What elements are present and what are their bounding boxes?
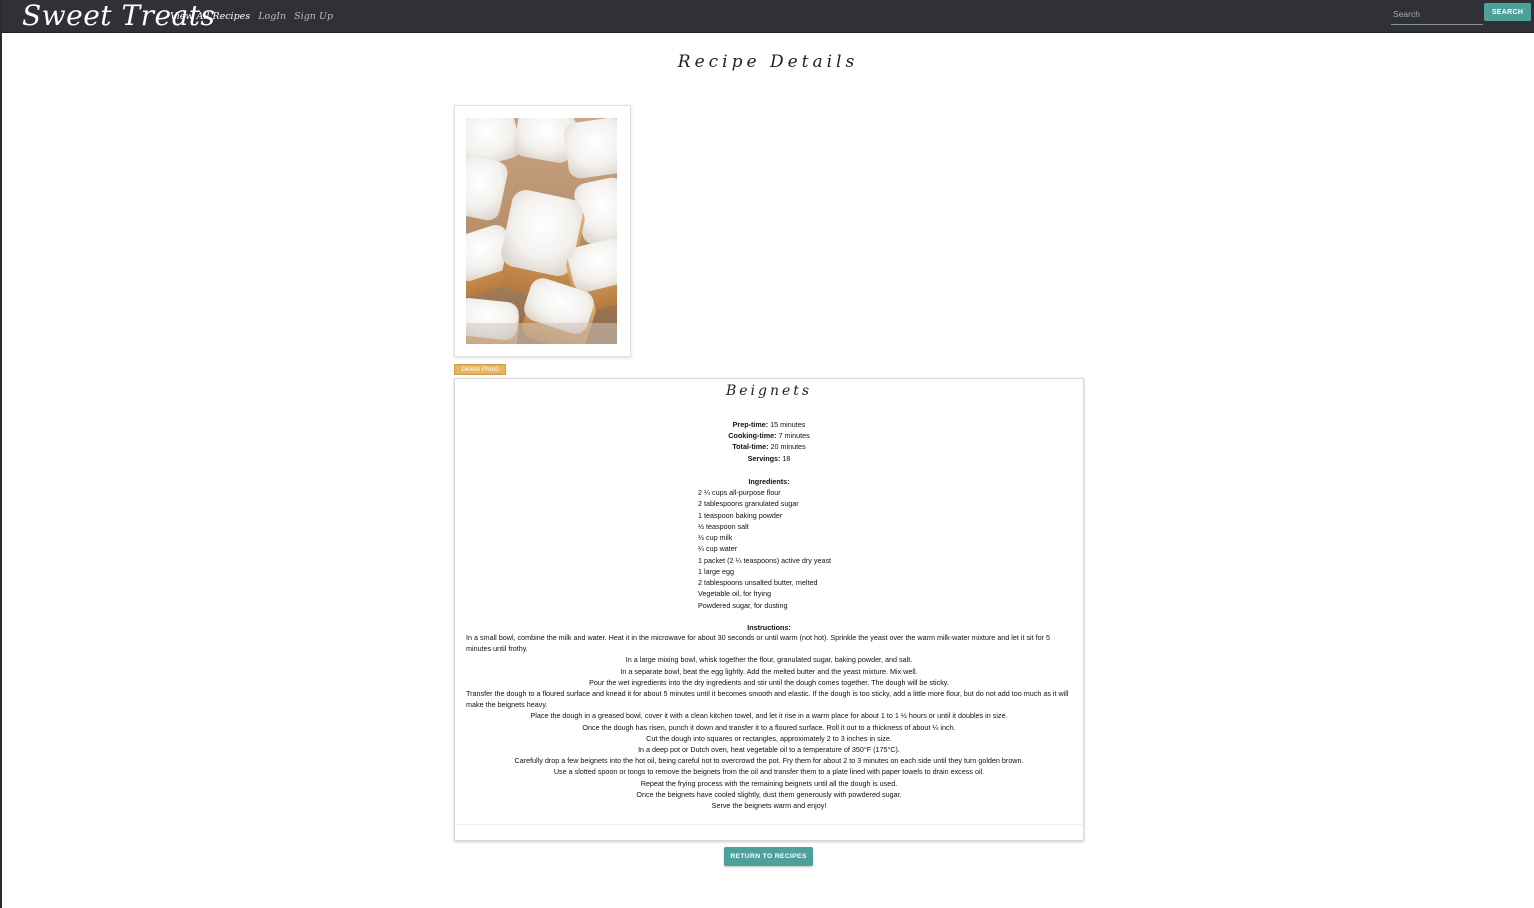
search-input[interactable] bbox=[1391, 4, 1483, 25]
servings-label: Servings: bbox=[747, 453, 781, 463]
top-navbar: Sweet Treats View All Recipes LogIn Sign… bbox=[2, 0, 1534, 33]
instruction-step: Cut the dough into squares or rectangles… bbox=[646, 733, 892, 743]
return-to-recipes-button[interactable]: RETURN TO RECIPES bbox=[724, 847, 813, 866]
ingredient-item: ½ cup milk bbox=[698, 533, 733, 542]
instruction-step: Use a slotted spoon or tongs to remove t… bbox=[553, 767, 985, 777]
nav-view-all-recipes[interactable]: View All Recipes bbox=[170, 11, 250, 22]
card-divider bbox=[455, 824, 1083, 825]
nav-sign-up[interactable]: Sign Up bbox=[294, 11, 333, 22]
search-wrapper bbox=[1391, 4, 1483, 26]
instruction-step: Place the dough in a greased bowl, cover… bbox=[530, 711, 1008, 721]
ingredients-list: 2 ¼ cups all-purpose flour 2 tablespoons… bbox=[698, 487, 831, 611]
photo-card bbox=[454, 105, 631, 357]
ingredient-item: 2 ¼ cups all-purpose flour bbox=[698, 488, 781, 497]
servings-value: 18 bbox=[780, 453, 791, 463]
instruction-step: Pour the wet ingredients into the dry in… bbox=[589, 677, 949, 687]
cook-time-label: Cooking-time: bbox=[728, 431, 777, 441]
recipe-name: Beignets bbox=[725, 383, 813, 399]
prep-time-value: 15 minutes bbox=[768, 420, 806, 429]
nav-links: View All Recipes LogIn Sign Up bbox=[170, 0, 333, 32]
recipe-meta: Prep-time: 15 minutes Cooking-time: 7 mi… bbox=[455, 419, 1083, 464]
cook-time-row: Cooking-time: 7 minutes bbox=[455, 430, 1083, 441]
instructions-list: In a small bowl, combine the milk and wa… bbox=[466, 632, 1072, 811]
cook-time-value: 7 minutes bbox=[776, 431, 810, 441]
browser-viewport: Sweet Treats View All Recipes LogIn Sign… bbox=[2, 0, 1534, 908]
ingredient-item: ¼ cup water bbox=[698, 544, 738, 554]
total-time-value: 20 minutes bbox=[768, 442, 806, 452]
ingredients-heading: Ingredients: bbox=[748, 477, 790, 486]
instruction-step: In a large mixing bowl, whisk together t… bbox=[625, 655, 913, 665]
instruction-step: Repeat the frying process with the remai… bbox=[640, 778, 898, 788]
total-time-row: Total-time: 20 minutes bbox=[455, 441, 1083, 452]
instruction-step: Transfer the dough to a floured surface … bbox=[466, 689, 1069, 710]
instruction-step: In a small bowl, combine the milk and wa… bbox=[466, 633, 1051, 654]
instruction-step: In a deep pot or Dutch oven, heat vegeta… bbox=[638, 745, 900, 755]
recipe-photo bbox=[466, 118, 617, 344]
total-time-label: Total-time: bbox=[732, 442, 769, 452]
ingredient-item: 1 packet (2 ¼ teaspoons) active dry yeas… bbox=[698, 555, 832, 565]
page-title: Recipe Details bbox=[677, 52, 859, 72]
search-button[interactable]: SEARCH bbox=[1484, 3, 1531, 21]
ingredient-item: Vegetable oil, for frying bbox=[698, 589, 772, 599]
servings-row: Servings: 18 bbox=[455, 453, 1083, 464]
instruction-step: In a separate bowl, beat the egg lightly… bbox=[620, 666, 918, 676]
instruction-step: Once the dough has risen, punch it down … bbox=[582, 722, 956, 732]
prep-time-row: Prep-time: 15 minutes bbox=[455, 419, 1083, 430]
ingredient-item: Powdered sugar, for dusting bbox=[698, 600, 788, 610]
ingredient-item: 2 tablespoons granulated sugar bbox=[698, 499, 799, 509]
instruction-step: Carefully drop a few beignets into the h… bbox=[514, 756, 1024, 766]
ingredient-item: ½ teaspoon salt bbox=[698, 521, 749, 531]
ingredient-item: 1 teaspoon baking powder bbox=[698, 510, 783, 520]
ingredient-item: 2 tablespoons unsalted butter, melted bbox=[698, 578, 818, 587]
delete-photo-button[interactable]: Delete Photo bbox=[454, 364, 506, 375]
recipe-card: Beignets Prep-time: 15 minutes Cooking-t… bbox=[454, 378, 1084, 841]
instruction-step: Once the beignets have cooled slightly, … bbox=[636, 789, 902, 799]
prep-time-label: Prep-time: bbox=[732, 420, 769, 429]
instruction-step: Serve the beignets warm and enjoy! bbox=[711, 801, 827, 811]
ingredient-item: 1 large egg bbox=[698, 566, 734, 576]
nav-login[interactable]: LogIn bbox=[258, 11, 286, 22]
